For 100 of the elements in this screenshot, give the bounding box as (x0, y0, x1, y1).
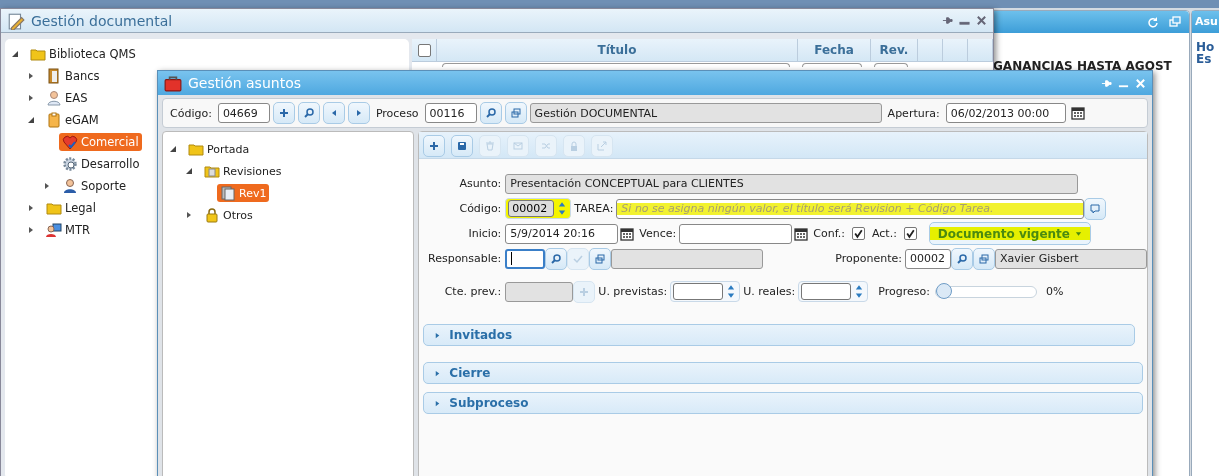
column-header[interactable]: Rev. (871, 39, 918, 61)
task-field[interactable]: Si no se asigna ningún valor, el título será Revision + Código Tarea. (616, 198, 1085, 219)
column-header[interactable]: Fecha (798, 39, 871, 61)
tree-item[interactable]: eGAM (43, 111, 102, 129)
tree-item[interactable]: Soporte (59, 177, 129, 195)
restore-icon (594, 252, 607, 265)
shuffle-icon (540, 140, 553, 152)
search-icon (302, 107, 315, 119)
field-label: Código: (458, 202, 503, 215)
checkbox[interactable] (903, 227, 917, 240)
process-field[interactable]: 00116 (424, 103, 477, 123)
clipboard-icon (46, 112, 62, 128)
comment-icon (1089, 202, 1102, 215)
calendar-icon[interactable] (1070, 106, 1085, 120)
tree-item[interactable]: Portada (185, 140, 253, 158)
section-title[interactable]: Invitados (449, 328, 513, 342)
refresh-icon[interactable] (1147, 16, 1159, 28)
number-field[interactable] (670, 281, 741, 302)
next-button[interactable] (347, 102, 370, 124)
column-header[interactable]: Título (437, 39, 798, 61)
tree-item[interactable]: Revisiones (201, 162, 285, 180)
select-all-checkbox[interactable] (417, 43, 431, 57)
field-label: Progreso: (878, 285, 930, 298)
tree-item[interactable]: Legal (43, 199, 99, 217)
date-field[interactable] (679, 223, 793, 244)
tree-item[interactable]: Otros (201, 206, 256, 224)
collapsible-section[interactable]: Cierre (423, 362, 1143, 384)
tree-item[interactable]: EAS (43, 89, 91, 107)
pin-icon[interactable] (1101, 77, 1112, 89)
number-field[interactable] (798, 281, 869, 302)
briefcase-icon (164, 74, 182, 92)
subject-field[interactable]: Presentación CONCEPTUAL para CLIENTES (505, 173, 1079, 194)
date-field[interactable]: 06/02/2013 00:00 (945, 103, 1066, 123)
computer-user-icon (46, 222, 62, 238)
calendar-icon[interactable] (620, 226, 635, 241)
expand-arrow-icon[interactable] (185, 211, 193, 219)
field-label: TAREA: (574, 202, 614, 215)
restore-button[interactable] (589, 247, 612, 270)
restore-button[interactable] (504, 102, 527, 124)
field-label: Responsable: (427, 252, 503, 265)
tree-item[interactable]: Desarrollo (59, 155, 143, 173)
search-button[interactable] (545, 247, 568, 270)
panel-text: Es (1196, 53, 1213, 65)
save-button[interactable] (451, 135, 474, 157)
expand-arrow-icon[interactable] (27, 204, 35, 212)
tree-item[interactable]: Bancs (43, 67, 103, 85)
expand-arrow-icon[interactable] (43, 182, 51, 190)
tree-item[interactable]: MTR (43, 221, 93, 239)
search-icon (550, 252, 563, 265)
document-icon (220, 185, 236, 201)
proposer-name-field[interactable]: Xavier Gisbert (995, 248, 1147, 269)
restore-icon (978, 252, 990, 265)
expand-arrow-icon[interactable] (27, 94, 35, 102)
restore-button[interactable] (973, 247, 995, 270)
search-icon (956, 252, 968, 265)
code-field[interactable]: 04669 (217, 103, 270, 123)
proposer-field[interactable]: 00002 (905, 248, 951, 269)
progress-reading: 0% (1045, 285, 1064, 298)
tree-item[interactable]: Biblioteca QMS (27, 45, 139, 63)
responsible-field[interactable] (505, 248, 546, 269)
plus-icon (428, 140, 441, 152)
collapse-arrow-icon[interactable] (185, 167, 193, 175)
field-label: Conf.: (813, 227, 845, 240)
date-field[interactable]: 5/9/2014 20:16 (505, 223, 619, 244)
expand-arrow-icon[interactable] (27, 226, 35, 234)
door-icon (46, 68, 62, 84)
process-name-field[interactable]: Gestión DOCUMENTAL (529, 103, 882, 123)
progress-slider[interactable] (934, 285, 1037, 298)
checkmark-icon (904, 228, 916, 239)
panel-text: Ho (1196, 41, 1216, 53)
field-label: Cte. prev.: (443, 285, 503, 298)
search-button[interactable] (479, 102, 502, 124)
collapsible-section[interactable]: Invitados (423, 324, 1135, 346)
cost-field[interactable] (505, 281, 574, 302)
search-button[interactable] (951, 247, 973, 270)
plus-button[interactable] (272, 102, 295, 124)
folder-icon (188, 141, 204, 157)
section-title[interactable]: Cierre (449, 366, 491, 380)
comment-button[interactable] (1084, 197, 1107, 220)
number-field[interactable]: 00002 (505, 198, 572, 219)
external-icon (596, 140, 609, 152)
collapse-arrow-icon[interactable] (11, 50, 19, 58)
calendar-icon[interactable] (794, 226, 809, 241)
section-title[interactable]: Subproceso (449, 396, 529, 410)
collapse-arrow-icon[interactable] (169, 145, 177, 153)
collapsible-section[interactable]: Subproceso (423, 392, 1143, 414)
pin-icon[interactable] (942, 15, 953, 26)
close-icon[interactable] (976, 15, 987, 26)
responsible-name-field[interactable] (611, 248, 764, 269)
slider-thumb[interactable] (935, 282, 952, 299)
collapse-arrow-icon[interactable] (27, 116, 35, 124)
document-pen-icon (7, 11, 25, 30)
search-button[interactable] (297, 102, 320, 124)
restore-icon[interactable] (1169, 16, 1181, 28)
save-icon (456, 140, 469, 152)
field-label: Vence: (639, 227, 677, 240)
plus-button[interactable] (423, 135, 446, 157)
prev-button[interactable] (322, 102, 345, 124)
expand-arrow-icon[interactable] (27, 72, 35, 80)
checkbox[interactable] (851, 227, 865, 240)
